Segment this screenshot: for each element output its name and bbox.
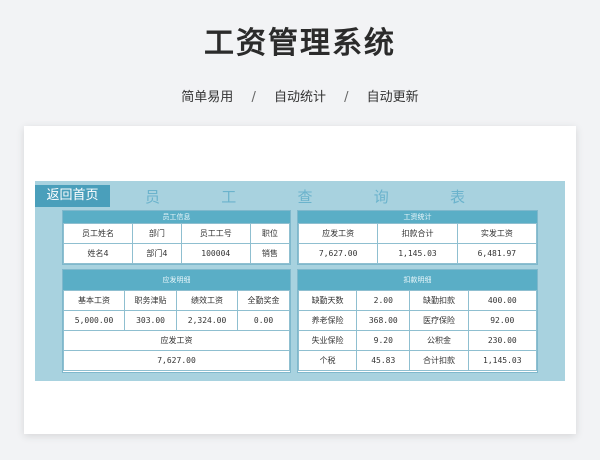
tagline-separator: / <box>344 90 349 105</box>
deduction-detail-table: 缺勤天数 2.00 缺勤扣款 400.00 养老保险 368.00 医疗保险 9… <box>297 290 538 371</box>
deduction-detail-box: 扣款明细 缺勤天数 2.00 缺勤扣款 400.00 养老保险 368.00 医… <box>297 269 538 373</box>
column-header: 职位 <box>249 223 291 244</box>
table-cell[interactable]: 368.00 <box>356 310 411 331</box>
table-cell[interactable]: 230.00 <box>467 330 538 351</box>
table-cell[interactable]: 92.00 <box>467 310 538 331</box>
table-cell[interactable]: 6,481.97 <box>456 243 538 264</box>
column-header: 部门 <box>132 223 182 244</box>
title-char: 员 <box>145 187 161 206</box>
row-label: 缺勤天数 <box>297 290 358 311</box>
salary-stats-table: 应发工资 扣款合计 实发工资 7,627.00 1,145.03 6,481.9… <box>297 223 538 264</box>
column-header: 基本工资 <box>62 290 126 311</box>
row-label: 合计扣款 <box>409 350 469 371</box>
row-label: 医疗保险 <box>409 310 469 331</box>
page-title: 工资管理系统 <box>204 26 396 61</box>
column-header: 应发工资 <box>297 223 379 244</box>
table-cell[interactable]: 100004 <box>180 243 251 264</box>
table-cell[interactable]: 303.00 <box>124 310 177 331</box>
column-header: 全勤奖金 <box>237 290 290 311</box>
column-header: 扣款合计 <box>377 223 458 244</box>
payable-total-label: 应发工资 <box>63 330 290 351</box>
title-char: 表 <box>449 187 465 206</box>
employee-info-box: 员工信息 员工姓名 部门 员工工号 职位 姓名4 部门4 100004 销售 <box>62 210 291 265</box>
deduction-detail-header: 扣款明细 <box>298 270 537 290</box>
title-char: 工 <box>221 187 237 206</box>
column-header: 实发工资 <box>456 223 538 244</box>
tagline: 简单易用 / 自动统计 / 自动更新 <box>0 86 600 105</box>
table-cell[interactable]: 姓名4 <box>62 243 134 264</box>
tagline-item: 自动更新 <box>366 90 419 105</box>
table-cell[interactable]: 部门4 <box>132 243 182 264</box>
title-char: 询 <box>373 187 389 206</box>
table-cell[interactable]: 45.83 <box>356 350 411 371</box>
employee-info-header: 员工信息 <box>63 211 290 223</box>
row-label: 缺勤扣款 <box>409 290 469 311</box>
table-cell[interactable]: 9.20 <box>356 330 411 351</box>
payable-detail-table: 基本工资 职务津贴 绩效工资 全勤奖金 5,000.00 303.00 2,32… <box>62 290 290 371</box>
table-cell[interactable]: 5,000.00 <box>62 310 126 331</box>
column-header: 员工姓名 <box>62 223 134 244</box>
table-cell[interactable]: 0.00 <box>237 310 290 331</box>
table-cell[interactable]: 1,145.03 <box>467 350 538 371</box>
column-header: 员工工号 <box>180 223 251 244</box>
tagline-item: 简单易用 <box>181 90 234 105</box>
payable-detail-header: 应发明细 <box>63 270 290 290</box>
table-cell[interactable]: 1,145.03 <box>377 243 458 264</box>
spreadsheet-preview: 返回首页 员 工 查 询 表 员工信息 员工姓名 部门 员工工号 职位 姓名4 … <box>24 126 576 434</box>
back-home-button[interactable]: 返回首页 <box>35 185 110 207</box>
tagline-separator: / <box>251 90 256 105</box>
salary-stats-header: 工资统计 <box>298 211 537 223</box>
tagline-item: 自动统计 <box>273 90 326 105</box>
table-cell[interactable]: 2.00 <box>356 290 411 311</box>
table-cell[interactable]: 2,324.00 <box>175 310 239 331</box>
payable-total-value[interactable]: 7,627.00 <box>63 350 290 371</box>
panel-title: 员 工 查 询 表 <box>145 185 465 207</box>
table-cell[interactable]: 销售 <box>249 243 291 264</box>
salary-stats-box: 工资统计 应发工资 扣款合计 实发工资 7,627.00 1,145.03 6,… <box>297 210 538 265</box>
row-label: 公积金 <box>409 330 469 351</box>
column-header: 绩效工资 <box>175 290 239 311</box>
employee-query-panel: 返回首页 员 工 查 询 表 员工信息 员工姓名 部门 员工工号 职位 姓名4 … <box>35 181 565 381</box>
row-label: 失业保险 <box>297 330 358 351</box>
column-header: 职务津贴 <box>124 290 177 311</box>
title-char: 查 <box>297 187 313 206</box>
row-label: 个税 <box>297 350 358 371</box>
row-label: 养老保险 <box>297 310 358 331</box>
payable-detail-box: 应发明细 基本工资 职务津贴 绩效工资 全勤奖金 5,000.00 303.00… <box>62 269 291 373</box>
table-cell[interactable]: 7,627.00 <box>297 243 379 264</box>
table-cell[interactable]: 400.00 <box>467 290 538 311</box>
employee-info-table: 员工姓名 部门 员工工号 职位 姓名4 部门4 100004 销售 <box>62 223 291 264</box>
